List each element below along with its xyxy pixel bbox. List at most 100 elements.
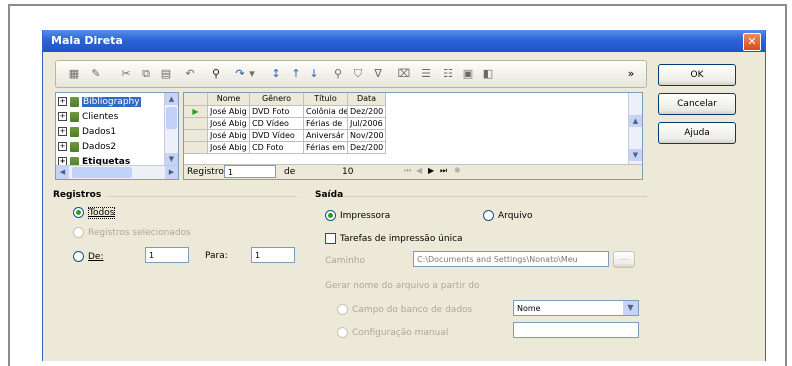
- tree-item-dados2[interactable]: + Dados2: [58, 140, 116, 154]
- close-button[interactable]: ✕: [743, 33, 761, 51]
- grid-cell[interactable]: José Abig: [208, 106, 250, 118]
- remove-filter-icon[interactable]: ⌧: [396, 66, 412, 82]
- filter-icon[interactable]: ∇: [370, 66, 386, 82]
- radio-selected-icon: [73, 207, 84, 218]
- column-header[interactable]: Gênero: [250, 93, 304, 106]
- grid-cell[interactable]: Dez/200: [348, 106, 386, 118]
- data-to-fields-icon[interactable]: ☷: [440, 66, 456, 82]
- previous-record-icon[interactable]: ◀: [416, 166, 422, 175]
- new-record-icon[interactable]: ✱: [454, 166, 461, 175]
- tree-item-clientes[interactable]: + Clientes: [58, 110, 118, 124]
- to-label: Para:: [205, 251, 228, 261]
- redo-icon[interactable]: ↷: [232, 66, 248, 82]
- scroll-right-icon[interactable]: ▶: [165, 166, 178, 179]
- grid-cell[interactable]: Jul/2006: [348, 118, 386, 130]
- explorer-icon[interactable]: ◧: [480, 66, 496, 82]
- database-icon: [70, 126, 79, 137]
- undo-icon[interactable]: ↶: [182, 66, 198, 82]
- manual-config-input[interactable]: [513, 322, 639, 338]
- tree-item-bibliography[interactable]: + Bibliography: [58, 95, 141, 109]
- row-header[interactable]: [184, 142, 208, 154]
- sort-icon[interactable]: ↕: [268, 66, 284, 82]
- help-button[interactable]: Ajuda: [658, 122, 736, 144]
- find-icon[interactable]: ⚲: [208, 66, 224, 82]
- radio-icon: [73, 251, 84, 262]
- last-record-icon[interactable]: ⏭: [440, 166, 447, 176]
- column-header[interactable]: Título: [304, 93, 348, 106]
- first-record-icon[interactable]: ⏮: [404, 166, 411, 176]
- filter-standard-icon[interactable]: ⛉: [350, 66, 366, 82]
- row-header[interactable]: [184, 130, 208, 142]
- data-source-tree[interactable]: + Bibliography + Clientes + Dados1 + Dados2 …: [55, 92, 179, 180]
- grid-cell[interactable]: José Abig: [208, 130, 250, 142]
- browse-button[interactable]: ...: [613, 251, 635, 268]
- copy-icon[interactable]: ⧉: [138, 66, 154, 82]
- grid-icon[interactable]: ▦: [66, 66, 82, 82]
- dropdown-icon[interactable]: ▾: [248, 66, 256, 82]
- cancel-button[interactable]: Cancelar: [658, 93, 736, 115]
- tree-item-dados1[interactable]: + Dados1: [58, 125, 116, 139]
- manual-config-radio[interactable]: Configuração manual: [337, 327, 448, 338]
- row-header[interactable]: [184, 118, 208, 130]
- column-header[interactable]: Nome: [208, 93, 250, 106]
- database-field-radio[interactable]: Campo do banco de dados: [337, 304, 472, 315]
- database-field-select[interactable]: Nome ▼: [513, 300, 639, 316]
- single-print-job-checkbox[interactable]: Tarefas de impressão única: [325, 233, 463, 244]
- saida-heading: Saída: [315, 190, 344, 200]
- record-number-input[interactable]: 1: [224, 165, 276, 178]
- grid-cell[interactable]: Aniversár: [304, 130, 348, 142]
- scroll-thumb[interactable]: [166, 107, 177, 129]
- checkbox-icon: [325, 233, 336, 244]
- overflow-chevron-icon[interactable]: »: [626, 66, 636, 82]
- scroll-down-icon[interactable]: ▼: [165, 153, 178, 165]
- expand-icon[interactable]: +: [58, 112, 67, 121]
- ok-button[interactable]: OK: [658, 64, 736, 86]
- grid-cell[interactable]: Colônia de: [304, 106, 348, 118]
- radio-selected-icon: [325, 210, 336, 221]
- grid-cell[interactable]: CD Vídeo: [250, 118, 304, 130]
- expand-icon[interactable]: +: [58, 127, 67, 136]
- scroll-up-icon[interactable]: ▲: [629, 115, 642, 127]
- grid-corner: [184, 93, 208, 106]
- grid-cell[interactable]: José Abig: [208, 118, 250, 130]
- grid-cell[interactable]: Dez/200: [348, 142, 386, 154]
- grid-cell[interactable]: José Abig: [208, 142, 250, 154]
- data-to-text-icon[interactable]: ☰: [418, 66, 434, 82]
- scroll-down-icon[interactable]: ▼: [629, 149, 642, 161]
- scroll-up-icon[interactable]: ▲: [165, 93, 178, 105]
- grid-cell[interactable]: Nov/200: [348, 130, 386, 142]
- data-source-icon[interactable]: ▣: [460, 66, 476, 82]
- tree-horizontal-scrollbar[interactable]: ◀ ▶: [56, 165, 178, 179]
- edit-icon[interactable]: ✎: [88, 66, 104, 82]
- grid-cell[interactable]: Férias de: [304, 118, 348, 130]
- todos-radio[interactable]: Todos: [73, 207, 116, 219]
- selected-records-radio[interactable]: Registros selecionados: [73, 227, 191, 238]
- sort-descending-icon[interactable]: ↓: [306, 66, 322, 82]
- sort-ascending-icon[interactable]: ↑: [288, 66, 304, 82]
- chevron-down-icon[interactable]: ▼: [623, 301, 638, 315]
- file-radio[interactable]: Arquivo: [483, 210, 532, 221]
- column-header[interactable]: Data: [348, 93, 386, 106]
- path-input[interactable]: C:\Documents and Settings\Nonato\Meu: [413, 251, 609, 267]
- printer-radio[interactable]: Impressora: [325, 210, 390, 221]
- cut-icon[interactable]: ✂: [118, 66, 134, 82]
- grid-vertical-scrollbar[interactable]: ▲ ▼: [628, 93, 642, 165]
- from-input[interactable]: 1: [145, 247, 189, 263]
- grid-cell[interactable]: DVD Foto: [250, 106, 304, 118]
- scroll-left-icon[interactable]: ◀: [56, 166, 69, 179]
- paste-icon[interactable]: ▤: [158, 66, 174, 82]
- grid-cell[interactable]: DVD Vídeo: [250, 130, 304, 142]
- registros-heading: Registros: [53, 190, 102, 200]
- grid-cell[interactable]: CD Foto: [250, 142, 304, 154]
- tree-vertical-scrollbar[interactable]: ▲ ▼: [164, 93, 178, 165]
- from-radio[interactable]: De:: [73, 251, 104, 262]
- to-input[interactable]: 1: [251, 247, 295, 263]
- filter-select-icon[interactable]: ⚲: [330, 66, 346, 82]
- grid-cell[interactable]: Férias em: [304, 142, 348, 154]
- records-grid[interactable]: Nome Gênero Título Data ▶ José Abig DVD …: [183, 92, 643, 180]
- expand-icon[interactable]: +: [58, 97, 67, 106]
- expand-icon[interactable]: +: [58, 142, 67, 151]
- mala-direta-dialog: Mala Direta ✕ ▦ ✎ ✂ ⧉ ▤ ↶ ⚲ ↷ ▾ ↕ ↑ ↓ ⚲ …: [42, 30, 766, 361]
- next-record-icon[interactable]: ▶: [428, 166, 434, 175]
- scroll-thumb[interactable]: [72, 167, 132, 178]
